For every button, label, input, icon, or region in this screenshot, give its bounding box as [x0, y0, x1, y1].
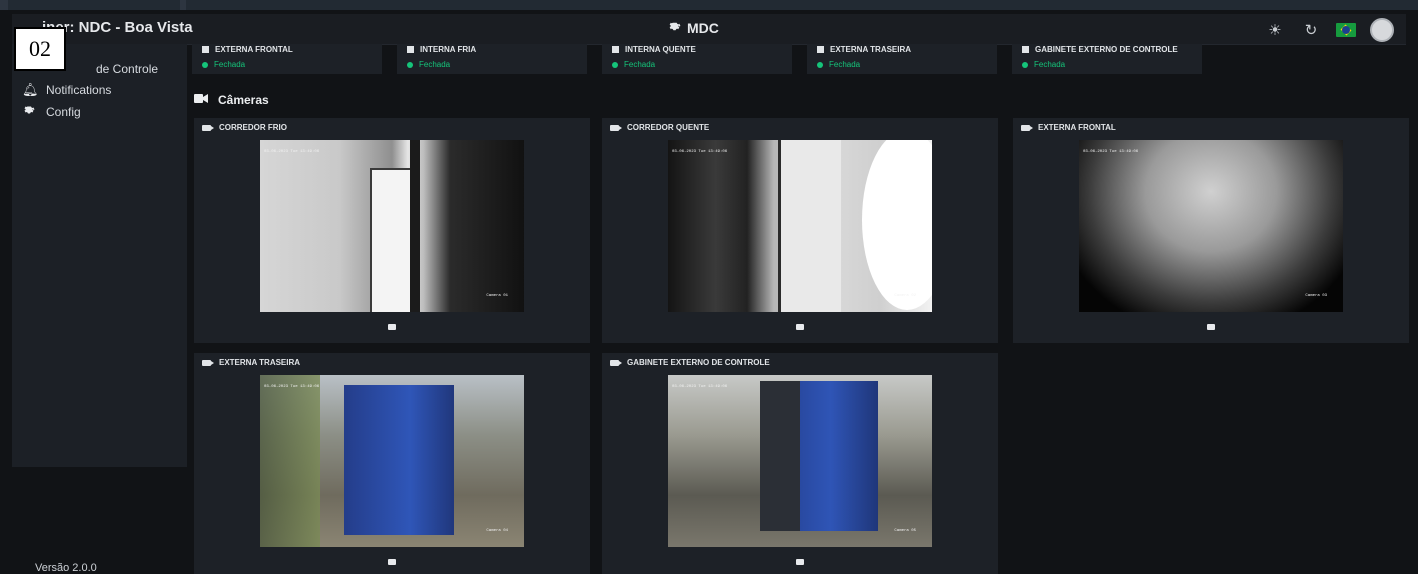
fullscreen-icon[interactable] [796, 324, 804, 330]
status-dot [202, 61, 208, 68]
status-dot [612, 61, 618, 68]
fullscreen-icon[interactable] [388, 559, 396, 565]
top-bar: iner: NDC - Boa Vista MDC ☀ ↻ [12, 14, 1406, 45]
feed-timestamp: 03-06-2023 Tue 13:49:06 [672, 385, 728, 389]
feed-glare [862, 140, 932, 310]
camera-name: EXTERNA FRONTAL [1038, 123, 1116, 132]
door-card: EXTERNA FRONTAL Fechada [192, 44, 382, 74]
feed-camera-label: Camera 04 [486, 529, 508, 533]
feed-timestamp: 03-06-2023 Tue 13:49:06 [264, 150, 320, 154]
top-strip [0, 0, 1418, 10]
video-camera-icon [194, 93, 208, 107]
door-icon [612, 46, 619, 53]
feed-door [370, 168, 414, 312]
cameras-section-title: Câmeras [194, 93, 269, 107]
door-card: INTERNA QUENTE Fechada [602, 44, 792, 74]
avatar[interactable] [1370, 18, 1394, 42]
door-name: INTERNA QUENTE [625, 45, 696, 54]
step-badge: 02 [14, 27, 66, 71]
gear-icon [668, 20, 681, 36]
feed-frame [410, 140, 420, 312]
camera-feed[interactable]: 03-06-2023 Tue 13:49:06 Camera 02 [668, 140, 932, 312]
door-name: EXTERNA FRONTAL [215, 45, 293, 54]
fullscreen-icon[interactable] [388, 324, 396, 330]
door-name: EXTERNA TRASEIRA [830, 45, 912, 54]
feed-camera-label: Camera 05 [894, 529, 916, 533]
camera-name: GABINETE EXTERNO DE CONTROLE [627, 358, 770, 367]
door-status: Fechada [214, 60, 246, 69]
status-dot [407, 61, 413, 68]
door-card: INTERNA FRIA Fechada [397, 44, 587, 74]
door-card: EXTERNA TRASEIRA Fechada [807, 44, 997, 74]
camera-name: CORREDOR FRIO [219, 123, 287, 132]
camera-feed[interactable]: 03-06-2023 Tue 13:49:06 Camera 03 [1079, 140, 1343, 312]
camera-icon [610, 124, 622, 131]
door-status: Fechada [419, 60, 451, 69]
camera-card: CORREDOR QUENTE 03-06-2023 Tue 13:49:06 … [602, 118, 998, 343]
door-name: INTERNA FRIA [420, 45, 477, 54]
door-icon [202, 46, 209, 53]
feed-vegetation [260, 375, 320, 547]
sidebar-item-notifications[interactable]: 🔔︎ Notifications [22, 82, 111, 98]
feed-camera-label: Camera 02 [894, 294, 916, 298]
gear-icon [22, 104, 36, 119]
cameras-title: Câmeras [218, 93, 269, 107]
door-icon [407, 46, 414, 53]
strip-segment [180, 0, 186, 10]
feed-vent [760, 381, 800, 531]
feed-container [344, 385, 454, 535]
door-status: Fechada [624, 60, 656, 69]
camera-feed[interactable]: 03-06-2023 Tue 13:49:06 Camera 04 [260, 375, 524, 547]
camera-card: EXTERNA FRONTAL 03-06-2023 Tue 13:49:06 … [1013, 118, 1409, 343]
door-name: GABINETE EXTERNO DE CONTROLE [1035, 45, 1178, 54]
feed-door [778, 140, 841, 312]
camera-card: EXTERNA TRASEIRA 03-06-2023 Tue 13:49:06… [194, 353, 590, 574]
sidebar-item-config[interactable]: Config [22, 104, 81, 119]
door-icon [817, 46, 824, 53]
fullscreen-icon[interactable] [1207, 324, 1215, 330]
strip-segment [0, 0, 8, 10]
refresh-icon[interactable]: ↻ [1300, 19, 1322, 41]
status-dot [817, 61, 823, 68]
camera-icon [610, 359, 622, 366]
feed-timestamp: 03-06-2023 Tue 13:49:06 [264, 385, 320, 389]
camera-feed[interactable]: 03-06-2023 Tue 13:49:06 Camera 05 [668, 375, 932, 547]
camera-icon [1021, 124, 1033, 131]
top-right-actions: ☀ ↻ [1264, 18, 1394, 42]
camera-name: CORREDOR QUENTE [627, 123, 710, 132]
door-card: GABINETE EXTERNO DE CONTROLE Fechada [1012, 44, 1202, 74]
camera-icon [202, 124, 214, 131]
door-status: Fechada [829, 60, 861, 69]
sidebar-item-label: Config [46, 104, 81, 119]
feed-timestamp: 03-06-2023 Tue 13:49:06 [1083, 150, 1139, 154]
status-dot [1022, 61, 1028, 68]
bell-icon: 🔔︎ [22, 82, 39, 97]
camera-card: CORREDOR FRIO 03-06-2023 Tue 13:49:06 Ca… [194, 118, 590, 343]
feed-camera-label: Camera 01 [486, 294, 508, 298]
sun-icon[interactable]: ☀ [1264, 19, 1286, 41]
brazil-flag-icon[interactable] [1336, 23, 1356, 37]
feed-camera-label: Camera 03 [1305, 294, 1327, 298]
camera-icon [202, 359, 214, 366]
sidebar: de Controle 🔔︎ Notifications Config [12, 44, 187, 467]
sidebar-item-label: Notifications [46, 83, 112, 97]
door-status: Fechada [1034, 60, 1066, 69]
camera-card: GABINETE EXTERNO DE CONTROLE 03-06-2023 … [602, 353, 998, 574]
app-name[interactable]: MDC [668, 20, 719, 36]
app-version: Versão 2.0.0 [35, 562, 97, 574]
feed-timestamp: 03-06-2023 Tue 13:49:06 [672, 150, 728, 154]
app-name-label: MDC [687, 20, 719, 36]
door-icon [1022, 46, 1029, 53]
camera-feed[interactable]: 03-06-2023 Tue 13:49:06 Camera 01 [260, 140, 524, 312]
camera-name: EXTERNA TRASEIRA [219, 358, 301, 367]
fullscreen-icon[interactable] [796, 559, 804, 565]
sidebar-item-label: de Controle [96, 62, 159, 76]
